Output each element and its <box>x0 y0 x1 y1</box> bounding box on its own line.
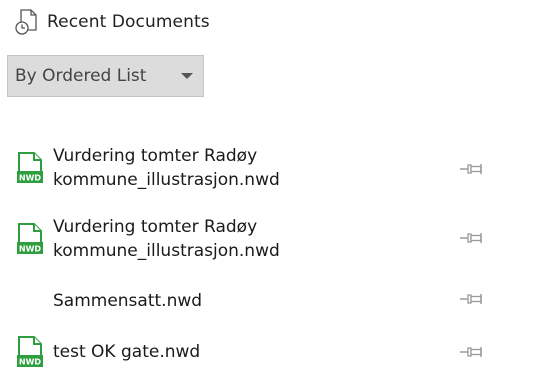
nwd-file-icon: NWD <box>17 152 43 183</box>
recent-documents-header: Recent Documents <box>14 8 210 36</box>
sort-order-dropdown[interactable]: By Ordered List <box>7 55 204 97</box>
file-name: Vurdering tomter Radøy kommune_illustras… <box>53 217 280 261</box>
pin-icon[interactable] <box>458 228 486 248</box>
recent-documents-icon <box>15 9 37 35</box>
recent-documents-panel: Recent Documents By Ordered List NWD Vur… <box>0 0 541 377</box>
svg-text:NWD: NWD <box>19 245 42 254</box>
nwd-file-icon: NWD <box>17 223 43 254</box>
svg-text:NWD: NWD <box>19 358 42 367</box>
recent-file-item[interactable]: Sammensatt.nwd <box>14 284 514 318</box>
recent-file-item[interactable]: NWD Vurdering tomter Radøy kommune_illus… <box>14 215 514 263</box>
file-name: Sammensatt.nwd <box>53 291 203 311</box>
pin-icon[interactable] <box>458 342 486 362</box>
recent-file-item[interactable]: NWD test OK gate.nwd <box>14 335 514 369</box>
svg-text:NWD: NWD <box>19 174 42 183</box>
chevron-down-icon <box>181 73 193 79</box>
recent-file-item[interactable]: NWD Vurdering tomter Radøy kommune_illus… <box>14 144 514 192</box>
panel-title: Recent Documents <box>47 12 210 32</box>
file-name: Vurdering tomter Radøy kommune_illustras… <box>53 146 280 190</box>
pin-icon[interactable] <box>458 289 486 309</box>
pin-icon[interactable] <box>458 159 486 179</box>
sort-order-selected-label: By Ordered List <box>15 66 147 86</box>
nwd-file-icon: NWD <box>17 336 43 367</box>
file-name: test OK gate.nwd <box>53 342 201 362</box>
